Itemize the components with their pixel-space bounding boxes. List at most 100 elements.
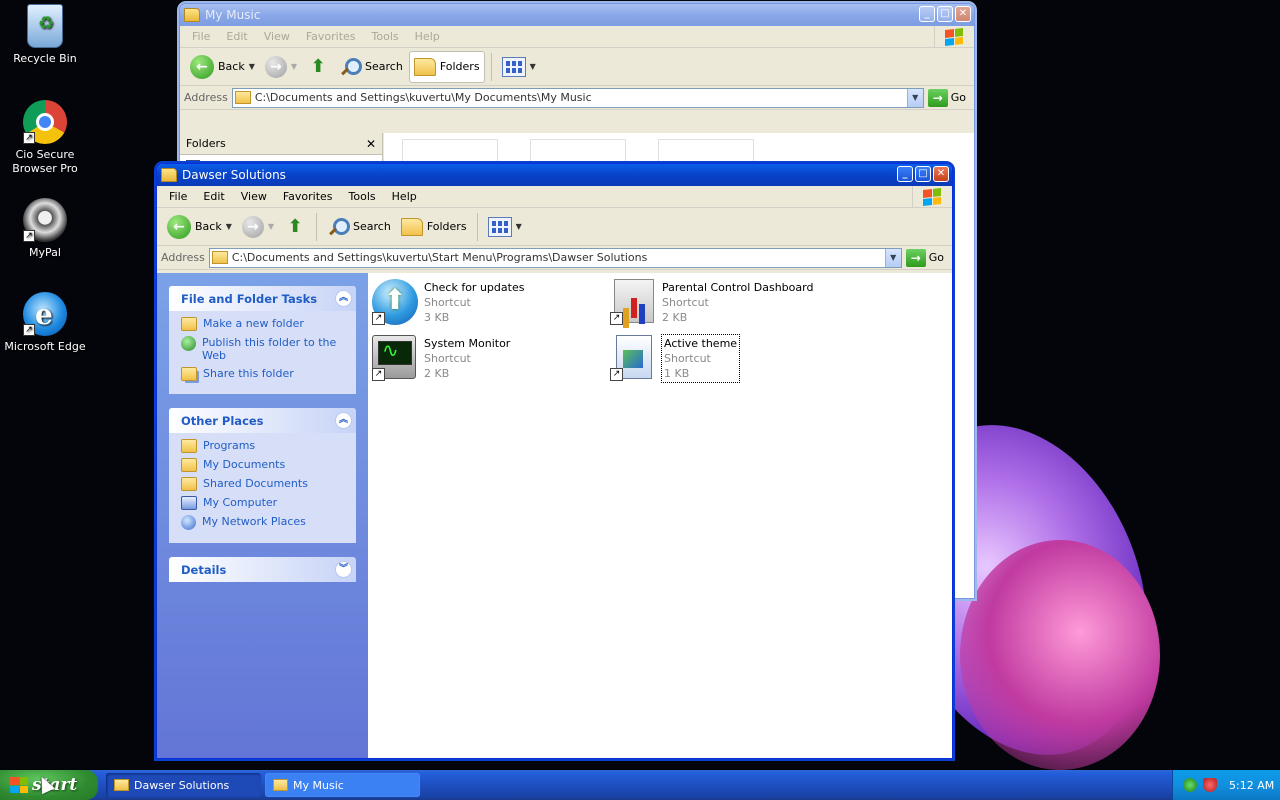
chevron-down-icon[interactable]: ▼ [226,222,232,231]
place-my-network-places[interactable]: My Network Places [181,515,346,530]
menu-bar: File Edit View Favorites Tools Help [157,186,952,208]
minimize-button[interactable]: _ [919,6,935,22]
menu-edit[interactable]: Edit [195,190,232,203]
place-programs[interactable]: Programs [181,439,346,453]
desktop-icon-label: Microsoft Edge [4,340,86,353]
menu-file[interactable]: File [184,30,218,43]
edge-icon: e ↗ [23,292,67,336]
chevron-down-icon: ▼ [267,222,275,231]
maximize-button[interactable]: □ [937,6,953,22]
desktop-icon-edge[interactable]: e ↗ Microsoft Edge [0,292,90,354]
taskbar-item-label: Dawser Solutions [134,778,230,792]
chevron-down-icon[interactable]: ▼ [249,62,255,71]
desktop-icon-label: MyPal [29,246,61,259]
folders-pane-title: Folders [186,137,226,150]
views-button[interactable]: ▼ [498,51,540,83]
chevron-up-icon[interactable]: ︽ [335,290,352,307]
taskbar-item-my-music[interactable]: My Music [265,773,420,797]
panel-header[interactable]: File and Folder Tasks ︽ [169,286,356,311]
menu-view[interactable]: View [256,30,298,43]
forward-button[interactable]: → ▼ [261,51,301,83]
search-button[interactable]: Search [323,211,395,243]
minimize-button[interactable]: _ [897,166,913,182]
taskbar-item-dawser-solutions[interactable]: Dawser Solutions [106,773,261,797]
menu-bar: File Edit View Favorites Tools Help [180,26,974,48]
menu-view[interactable]: View [233,190,275,203]
menu-file[interactable]: File [161,190,195,203]
file-item-check-for-updates[interactable]: ↗ Check for updates Shortcut 3 KB [372,279,602,325]
window-title: Dawser Solutions [182,168,286,182]
chevron-up-icon[interactable]: ︽ [335,412,352,429]
menu-tools[interactable]: Tools [364,30,407,43]
views-button[interactable]: ▼ [484,211,526,243]
back-arrow-icon: ← [190,54,214,79]
chevron-down-icon: ▼ [290,62,298,71]
file-type: Shortcut [424,352,471,365]
desktop-icon-browser[interactable]: ↗ Cio Secure Browser Pro [0,100,90,176]
menu-tools[interactable]: Tools [341,190,384,203]
place-label: Shared Documents [203,477,308,490]
desktop-icon-mypal[interactable]: ↗ MyPal [0,198,90,260]
shared-folder-icon [181,477,197,491]
clock[interactable]: 5:12 AM [1229,779,1274,792]
shortcut-arrow-icon: ↗ [610,368,623,381]
task-label: Publish this folder to the Web [202,336,337,362]
panel-title: File and Folder Tasks [181,291,318,306]
dawser-solutions-window[interactable]: Dawser Solutions _ □ ✕ File Edit View Fa… [156,163,953,759]
file-item-active-theme[interactable]: ↗ Active theme Shortcut 1 KB [610,334,840,383]
chevron-down-icon[interactable]: ▼ [884,248,901,267]
close-button[interactable]: ✕ [933,166,949,182]
shortcut-arrow-icon: ↗ [23,132,35,144]
folder-icon [184,8,200,22]
go-button[interactable]: → Go [902,248,952,267]
file-name: Active theme [664,337,738,350]
panel-title: Details [181,562,227,577]
menu-favorites[interactable]: Favorites [298,30,364,43]
network-tray-icon[interactable] [1183,778,1197,792]
place-my-documents[interactable]: My Documents [181,458,346,472]
place-my-computer[interactable]: My Computer [181,496,346,510]
task-publish-folder[interactable]: Publish this folder to the Web [181,336,346,362]
go-button[interactable]: → Go [924,88,974,107]
close-icon[interactable]: ✕ [366,137,376,151]
file-size: 1 KB [664,367,690,380]
address-label: Address [184,91,228,104]
menu-edit[interactable]: Edit [218,30,255,43]
chevron-down-icon[interactable]: ︾ [335,561,352,578]
title-bar[interactable]: Dawser Solutions _ □ ✕ [157,164,952,186]
close-button[interactable]: ✕ [955,6,971,22]
menu-help[interactable]: Help [384,190,425,203]
up-button[interactable]: ⬆ [303,51,333,83]
chevron-down-icon[interactable]: ▼ [906,88,923,107]
panel-header[interactable]: Other Places ︽ [169,408,356,433]
file-item-parental-control-dashboard[interactable]: ↗ Parental Control Dashboard Shortcut 2 … [610,279,840,325]
panel-title: Other Places [181,413,264,428]
maximize-button[interactable]: □ [915,166,931,182]
folders-button[interactable]: Folders [408,50,485,83]
back-button[interactable]: ← Back ▼ [163,211,236,243]
file-item-system-monitor[interactable]: ↗ System Monitor Shortcut 2 KB [372,335,602,381]
security-shield-icon[interactable] [1203,778,1217,792]
other-places-panel: Other Places ︽ Programs My Documents Sha… [169,408,356,543]
menu-favorites[interactable]: Favorites [275,190,341,203]
back-button[interactable]: ← Back ▼ [186,51,259,83]
desktop-icon-recycle-bin[interactable]: ♻ Recycle Bin [0,4,90,66]
place-shared-documents[interactable]: Shared Documents [181,477,346,491]
title-bar[interactable]: My Music _ □ ✕ [180,4,974,26]
go-arrow-icon: → [905,248,926,267]
folders-label: Folders [426,220,467,233]
menu-help[interactable]: Help [407,30,448,43]
task-label: Make a new folder [203,317,304,330]
folders-button[interactable]: Folders [397,211,471,243]
details-panel: Details ︾ [169,557,356,582]
up-button[interactable]: ⬆ [280,211,310,243]
panel-header[interactable]: Details ︾ [169,557,356,582]
forward-button[interactable]: → ▼ [238,211,278,243]
search-button[interactable]: Search [335,51,407,83]
task-share-folder[interactable]: Share this folder [181,367,346,381]
task-make-new-folder[interactable]: Make a new folder [181,317,346,331]
address-input[interactable]: C:\Documents and Settings\kuvertu\Start … [208,247,902,268]
address-input[interactable]: C:\Documents and Settings\kuvertu\My Doc… [231,87,924,108]
forward-arrow-icon: → [264,55,287,78]
place-label: My Documents [203,458,286,471]
